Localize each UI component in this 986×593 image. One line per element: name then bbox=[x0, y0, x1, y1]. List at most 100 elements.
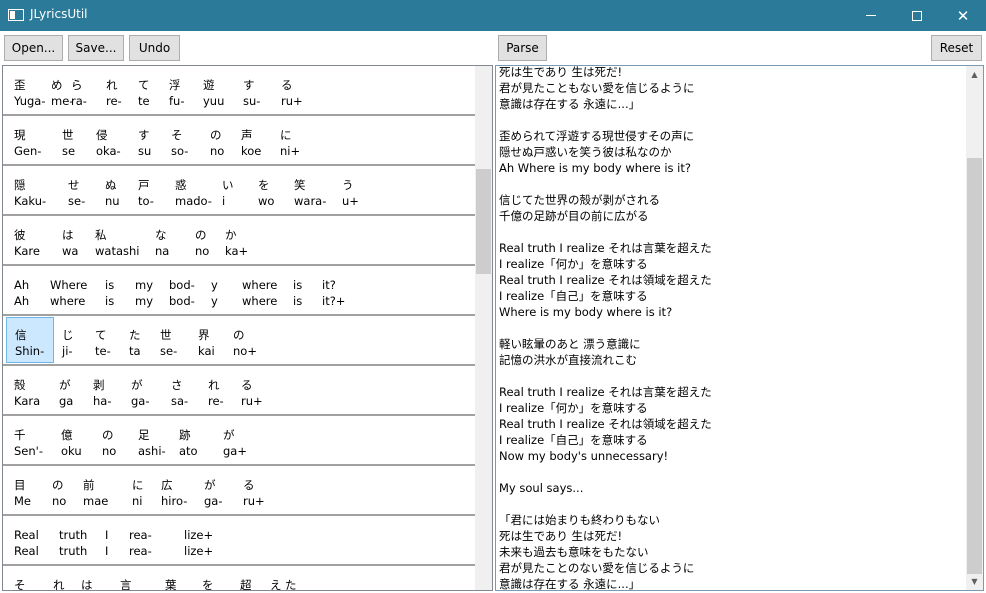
syllable-cell[interactable]: 歪 Yuga- bbox=[5, 67, 46, 113]
syllable-cell[interactable]: 信 Shin- bbox=[6, 317, 54, 363]
syllable-cell[interactable]: の no bbox=[43, 467, 66, 513]
syllable-cell[interactable]: な na bbox=[146, 217, 169, 263]
syllable-cell[interactable]: 笑 wara- bbox=[285, 167, 326, 213]
syllable-cell[interactable]: is is bbox=[284, 267, 302, 313]
reset-button[interactable]: Reset bbox=[931, 35, 982, 61]
syllable-cell[interactable]: ら ra- bbox=[62, 67, 87, 113]
syllable-cell[interactable]: 遊 yuu bbox=[194, 67, 224, 113]
lyrics-scrollbar[interactable]: ▲ ▼ bbox=[966, 66, 983, 590]
syllable-cell[interactable]: truth truth bbox=[50, 517, 87, 563]
syllable-list-scroll-thumb[interactable] bbox=[476, 169, 491, 274]
syllable-cell[interactable]: いi bbox=[213, 167, 234, 213]
syllable-cell[interactable]: 言 bbox=[111, 567, 132, 590]
undo-button[interactable]: Undo bbox=[129, 35, 180, 61]
syllable-cell[interactable]: 現 Gen- bbox=[5, 117, 41, 163]
syllable-cell[interactable]: 彼 Kare bbox=[5, 217, 40, 263]
syllable-cell[interactable]: は bbox=[72, 567, 93, 590]
syllable-cell[interactable]: 侵 oka- bbox=[87, 117, 121, 163]
syllable-cell[interactable]: 惑 mado- bbox=[166, 167, 212, 213]
syllable-cell[interactable]: て te- bbox=[86, 317, 111, 363]
syllable-cell[interactable]: に ni+ bbox=[271, 117, 300, 163]
lyrics-textarea[interactable]: 死は生であり 生は死だ! 君が見たこともない愛を信じるように 意識は存在する 永遠に… bbox=[499, 66, 963, 590]
syllable-cell[interactable]: が ga bbox=[50, 367, 73, 413]
syllable-cell[interactable]: 広 hiro- bbox=[152, 467, 187, 513]
minimize-button[interactable] bbox=[848, 0, 894, 31]
title-bar[interactable]: JLyricsUtil ✕ bbox=[0, 0, 986, 31]
syllable-cell[interactable]: Ah Ah bbox=[5, 267, 29, 313]
syllable-cell[interactable]: 超 bbox=[231, 567, 252, 590]
syllable-cell[interactable]: る ru+ bbox=[234, 467, 265, 513]
syllable-cell[interactable]: ぬ nu bbox=[96, 167, 120, 213]
close-button[interactable]: ✕ bbox=[940, 0, 986, 31]
syllable-cell[interactable]: せ se- bbox=[59, 167, 85, 213]
syllable-cell[interactable]: 千 Sen'- bbox=[5, 417, 43, 463]
syllable-cell[interactable]: 隠 Kaku- bbox=[5, 167, 46, 213]
syllable-cell[interactable]: を bbox=[193, 567, 214, 590]
syllable-cell[interactable]: 世 se- bbox=[151, 317, 177, 363]
syllable-cell[interactable]: rea-rea- bbox=[120, 517, 152, 563]
syllable-cell[interactable]: yy bbox=[202, 267, 218, 313]
lyrics-text-panel[interactable]: 死は生であり 生は死だ! 君が見たこともない愛を信じるように 意識は存在する 永遠に… bbox=[495, 65, 984, 591]
syllable-cell[interactable]: 前 mae bbox=[74, 467, 108, 513]
syllable-cell[interactable]: 私 watashi bbox=[86, 217, 139, 263]
syllable-cell[interactable]: 界 kai bbox=[189, 317, 215, 363]
lyrics-scroll-thumb[interactable] bbox=[967, 158, 982, 574]
syllable-cell[interactable]: れ re- bbox=[97, 67, 122, 113]
syllable-cell[interactable]: 戸 to- bbox=[129, 167, 154, 213]
syllable-cell[interactable]: は wa bbox=[53, 217, 78, 263]
syllable-cell[interactable]: か ka+ bbox=[216, 217, 248, 263]
syllable-cell[interactable]: is is bbox=[96, 267, 114, 313]
syllable-cell[interactable]: そ bbox=[5, 567, 26, 590]
syllable-cell[interactable]: II bbox=[96, 517, 108, 563]
syllable-cell[interactable]: 剥 ha- bbox=[84, 367, 112, 413]
syllable-cell[interactable]: す su- bbox=[234, 67, 260, 113]
syllable-cell[interactable]: う u+ bbox=[333, 167, 359, 213]
syllable-cell[interactable]: る ru+ bbox=[232, 367, 263, 413]
syllable-cell[interactable]: が ga- bbox=[195, 467, 223, 513]
syllable-cell[interactable]: 世 se bbox=[53, 117, 75, 163]
syllable-cell[interactable]: て te bbox=[129, 67, 150, 113]
parse-button[interactable]: Parse bbox=[498, 35, 547, 61]
syllable-cell[interactable]: す su bbox=[129, 117, 151, 163]
syllable-text: て bbox=[95, 328, 107, 342]
syllable-cell[interactable]: 浮 fu- bbox=[160, 67, 185, 113]
syllable-cell[interactable]: bod-bod- bbox=[160, 267, 195, 313]
syllable-cell[interactable]: た ta bbox=[120, 317, 141, 363]
syllable-cell[interactable]: where where bbox=[233, 267, 277, 313]
syllable-cell[interactable]: を wo bbox=[249, 167, 274, 213]
syllable-cell[interactable]: it? it?+ bbox=[313, 267, 345, 313]
syllable-cell[interactable]: に ni bbox=[123, 467, 144, 513]
scroll-down-arrow-icon[interactable]: ▼ bbox=[966, 573, 983, 590]
syllable-list-scrollbar[interactable] bbox=[475, 66, 492, 590]
syllable-romaji: ni+ bbox=[280, 144, 301, 158]
syllable-list-panel[interactable]: 歪 Yuga- め me- ら ra- れ re- て te 浮 fu- 遊 yuu す su- る ru+ 現 Ge… bbox=[2, 65, 493, 591]
syllable-cell[interactable]: 跡 ato bbox=[170, 417, 198, 463]
syllable-cell[interactable]: の no bbox=[201, 117, 224, 163]
syllable-cell[interactable]: そ so- bbox=[162, 117, 188, 163]
syllable-cell[interactable]: 葉 bbox=[156, 567, 177, 590]
scroll-up-arrow-icon[interactable]: ▲ bbox=[966, 66, 983, 83]
syllable-cell[interactable]: れ re- bbox=[199, 367, 224, 413]
syllable-cell[interactable]: が ga+ bbox=[214, 417, 247, 463]
syllable-cell[interactable]: の no+ bbox=[224, 317, 257, 363]
syllable-cell[interactable]: の no bbox=[93, 417, 116, 463]
syllable-cell[interactable]: 殻 Kara bbox=[5, 367, 40, 413]
save-button[interactable]: Save... bbox=[68, 35, 124, 61]
syllable-cell[interactable]: Where where bbox=[41, 267, 87, 313]
syllable-cell[interactable]: 声 koe bbox=[232, 117, 261, 163]
open-button[interactable]: Open... bbox=[4, 35, 63, 61]
syllable-cell[interactable]: lize+ lize+ bbox=[175, 517, 213, 563]
syllable-cell[interactable]: れ bbox=[44, 567, 65, 590]
syllable-cell[interactable]: た bbox=[276, 567, 297, 590]
syllable-cell[interactable]: my my bbox=[126, 267, 153, 313]
syllable-cell[interactable]: が ga- bbox=[122, 367, 150, 413]
maximize-button[interactable] bbox=[894, 0, 940, 31]
syllable-cell[interactable]: じ ji- bbox=[53, 317, 74, 363]
syllable-cell[interactable]: 足 ashi- bbox=[129, 417, 166, 463]
syllable-cell[interactable]: 億 oku bbox=[52, 417, 82, 463]
syllable-cell[interactable]: Real Real bbox=[5, 517, 39, 563]
syllable-cell[interactable]: さ sa- bbox=[162, 367, 188, 413]
syllable-cell[interactable]: 目 Me bbox=[5, 467, 31, 513]
syllable-cell[interactable]: る ru+ bbox=[272, 67, 303, 113]
syllable-cell[interactable]: の no bbox=[186, 217, 209, 263]
